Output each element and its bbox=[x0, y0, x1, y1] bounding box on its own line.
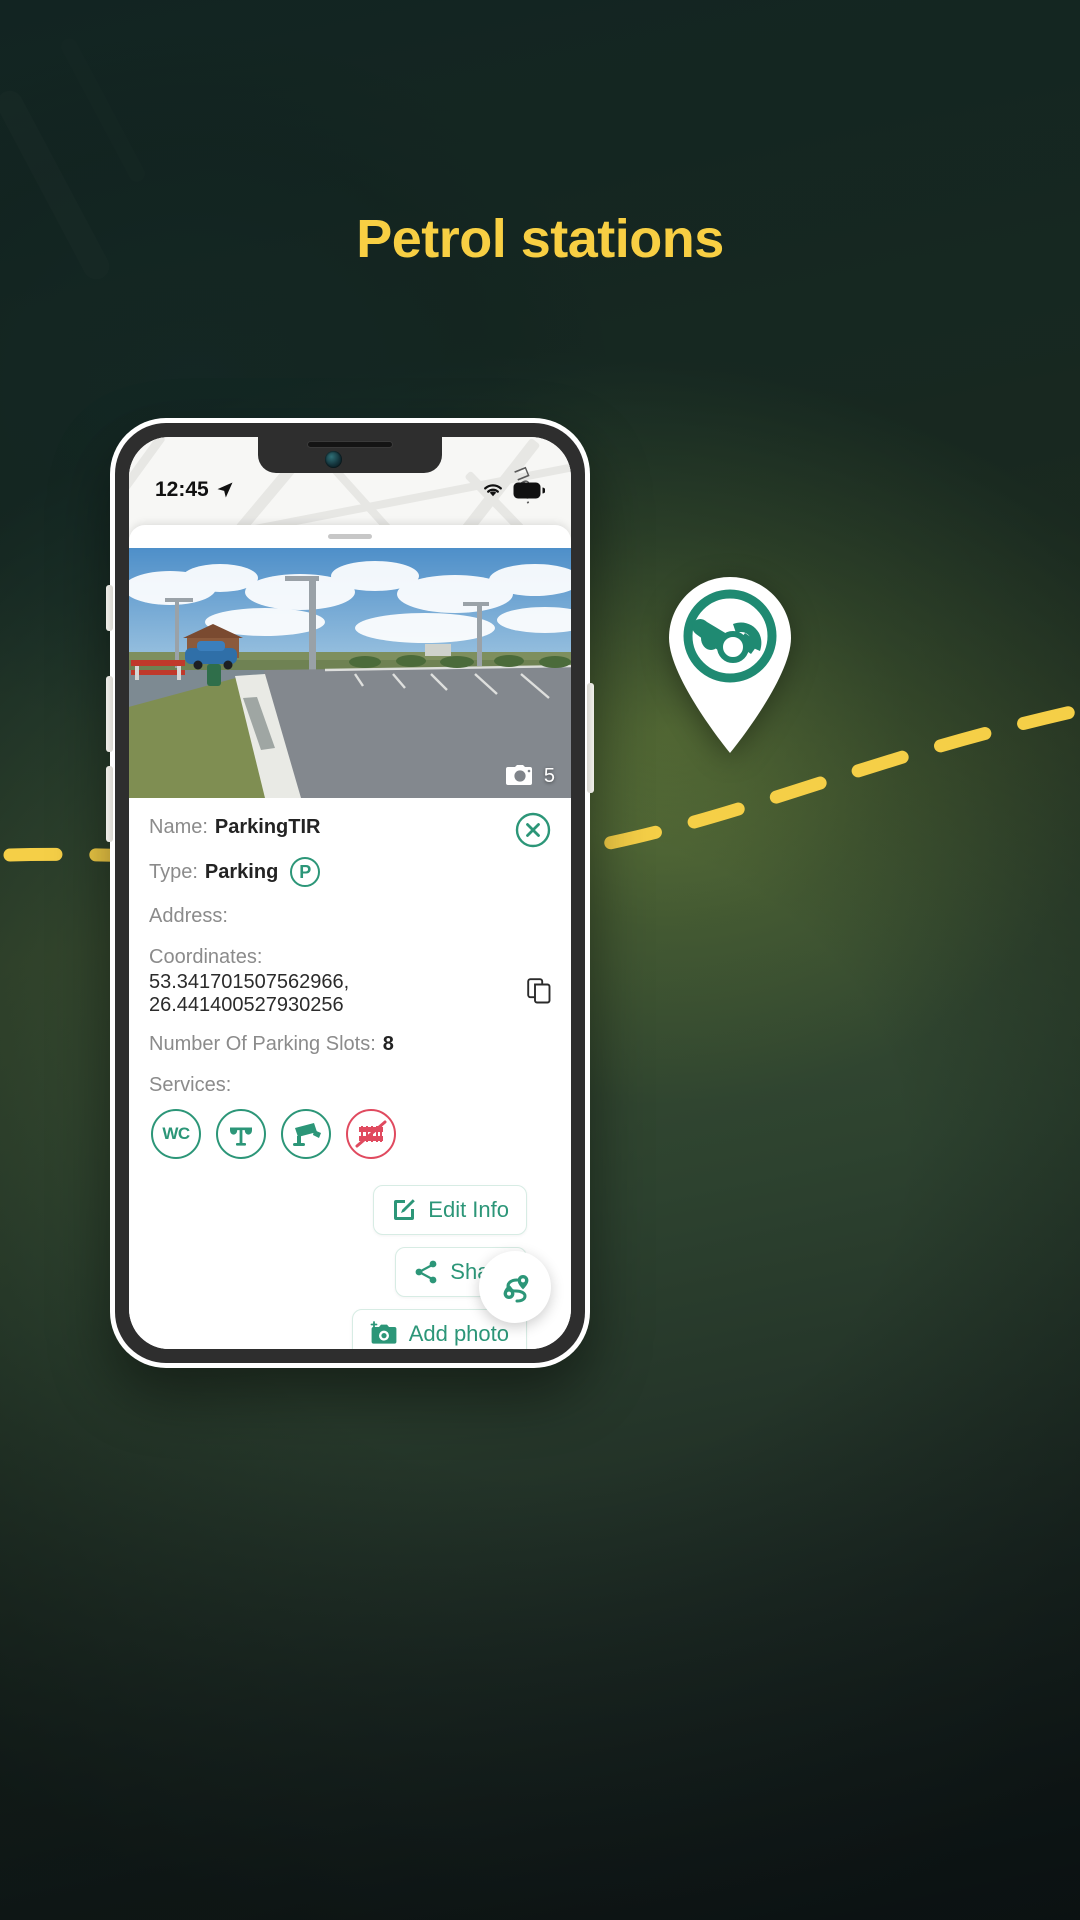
fence-icon bbox=[355, 1120, 387, 1148]
services-list: WC bbox=[151, 1109, 551, 1159]
field-coordinates-label: Coordinates: bbox=[149, 946, 263, 968]
field-type: Type: Parking P bbox=[149, 857, 551, 887]
status-bar: 12:45 bbox=[129, 473, 571, 507]
status-bar-left: 12:45 bbox=[155, 478, 235, 502]
coordinates-value-row: 53.341701507562966, 26.441400527930256 bbox=[149, 971, 551, 1017]
status-bar-right bbox=[481, 481, 545, 499]
phone-mockup: Пер. 12:45 bbox=[106, 418, 594, 1368]
phone-front-camera bbox=[325, 451, 342, 468]
phone-volume-down-button[interactable] bbox=[106, 766, 113, 842]
location-arrow-icon bbox=[217, 482, 233, 498]
sheet-drag-handle[interactable] bbox=[328, 534, 372, 539]
field-services: Services: bbox=[149, 1074, 551, 1097]
battery-full-icon bbox=[513, 482, 545, 498]
phone-volume-up-button[interactable] bbox=[106, 676, 113, 752]
phone-silent-switch[interactable] bbox=[106, 585, 113, 631]
edit-icon bbox=[394, 1199, 416, 1220]
parking-badge-icon: P bbox=[290, 857, 321, 887]
build-route-fab[interactable] bbox=[479, 1251, 551, 1323]
place-photo[interactable]: 5 bbox=[129, 548, 571, 798]
coordinates-value: 53.341701507562966, 26.441400527930256 bbox=[149, 971, 350, 1016]
field-address: Address: bbox=[149, 905, 551, 928]
parking-lot-photo bbox=[129, 548, 571, 798]
service-cctv-icon[interactable] bbox=[281, 1109, 331, 1159]
lamp-icon bbox=[230, 1127, 252, 1146]
field-parking-slots: Number Of Parking Slots: 8 bbox=[149, 1033, 551, 1056]
route-icon bbox=[503, 1275, 529, 1303]
field-name-label: Name: bbox=[149, 816, 208, 838]
field-parking-slots-label: Number Of Parking Slots: bbox=[149, 1033, 376, 1055]
close-button[interactable] bbox=[515, 812, 551, 848]
edit-info-label: Edit Info bbox=[428, 1197, 509, 1222]
close-circle-icon bbox=[515, 812, 551, 848]
phone-frame: Пер. 12:45 bbox=[115, 423, 585, 1363]
camera-icon bbox=[505, 765, 532, 785]
page-background: Petrol stations 12:45 5 Name: ParkingTIR… bbox=[0, 0, 1080, 1920]
add-photo-label: Add photo bbox=[408, 1321, 509, 1346]
field-parking-slots-value: 8 bbox=[382, 1033, 394, 1055]
service-fence-icon[interactable] bbox=[346, 1109, 396, 1159]
service-wc-icon[interactable]: WC bbox=[151, 1109, 201, 1159]
place-details-sheet: 5 Name: ParkingTIR Type: Parking P Addre… bbox=[129, 525, 571, 1349]
share-icon bbox=[415, 1260, 437, 1284]
wifi-icon bbox=[484, 484, 502, 497]
phone-power-button[interactable] bbox=[587, 683, 594, 793]
page-title: Petrol stations bbox=[356, 209, 724, 269]
field-address-label: Address: bbox=[149, 905, 228, 927]
phone-notch bbox=[258, 437, 442, 473]
action-buttons: Edit Info Share Add photo bbox=[149, 1159, 551, 1349]
phone-body: Пер. 12:45 bbox=[110, 418, 590, 1368]
status-time: 12:45 bbox=[155, 478, 209, 501]
field-type-label: Type: bbox=[149, 860, 198, 883]
photo-count-value: 5 bbox=[543, 764, 555, 787]
field-services-label: Services: bbox=[149, 1074, 232, 1096]
phone-speaker bbox=[307, 441, 393, 448]
service-lighting-icon[interactable] bbox=[216, 1109, 266, 1159]
fuel-station-map-pin bbox=[667, 575, 793, 755]
field-coordinates: Coordinates: bbox=[149, 946, 551, 969]
field-name-value: ParkingTIR bbox=[214, 816, 321, 838]
phone-screen: Пер. 12:45 bbox=[129, 437, 571, 1349]
add-photo-icon bbox=[370, 1321, 397, 1344]
cctv-icon bbox=[293, 1123, 321, 1146]
edit-info-button[interactable]: Edit Info bbox=[373, 1185, 527, 1235]
field-name: Name: ParkingTIR bbox=[149, 816, 551, 839]
field-type-value: Parking bbox=[204, 860, 279, 883]
wc-icon-label: WC bbox=[162, 1124, 190, 1143]
background-streak bbox=[58, 36, 147, 185]
copy-coordinates-button[interactable] bbox=[527, 978, 551, 1010]
copy-icon bbox=[527, 978, 551, 1004]
photo-count-badge: 5 bbox=[505, 764, 555, 788]
